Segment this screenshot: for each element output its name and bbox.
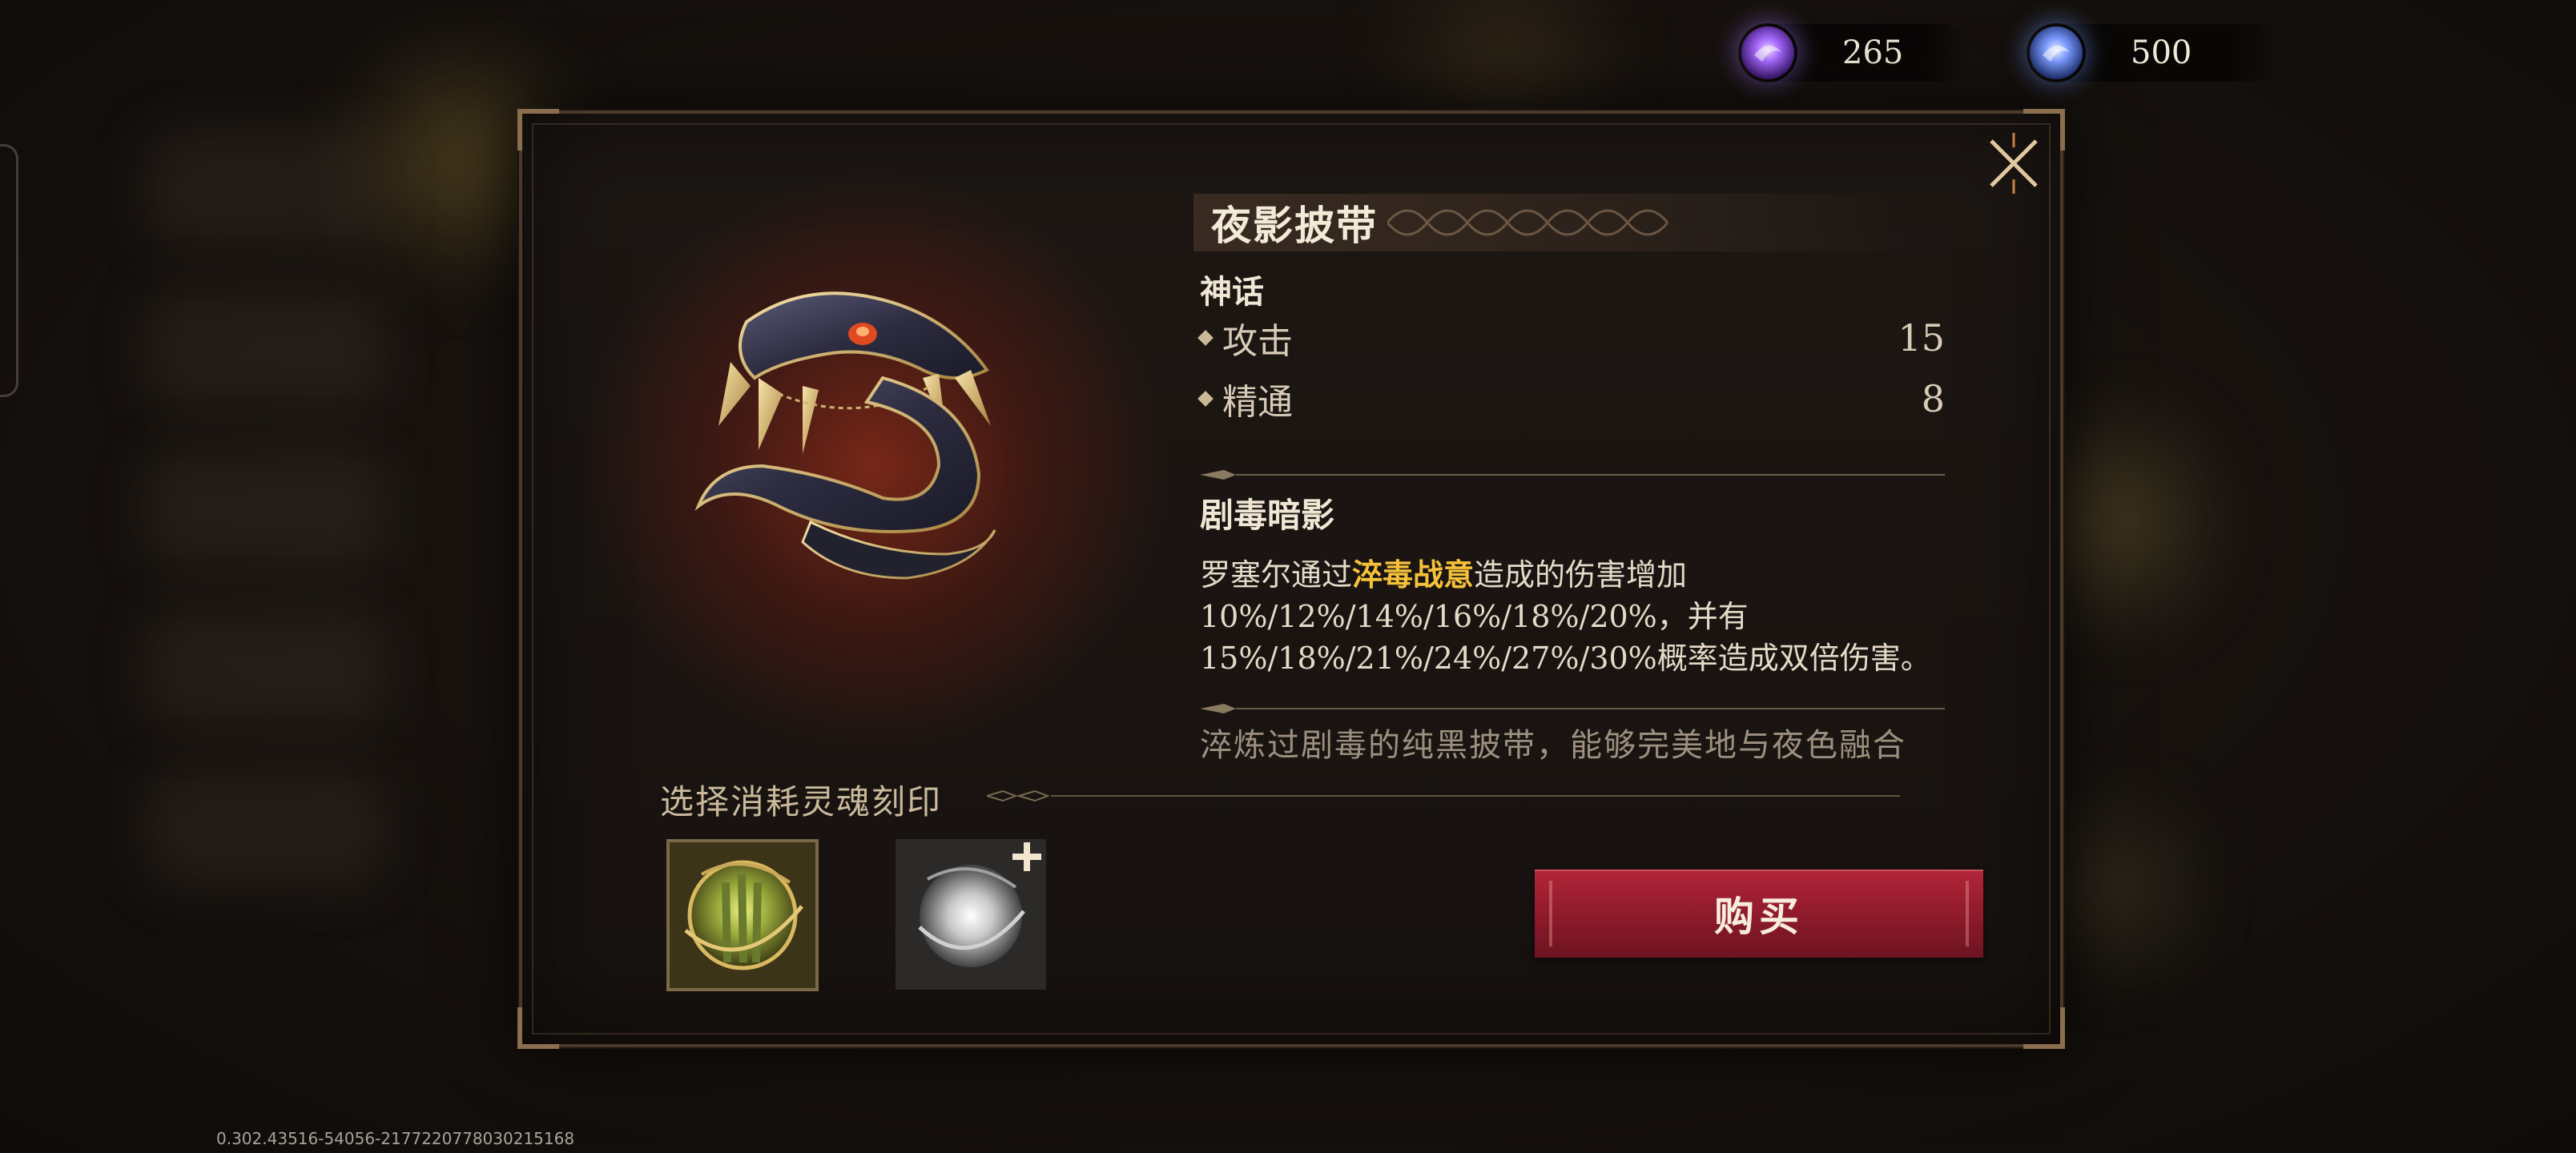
buy-button[interactable]: 购买 [1535, 870, 1983, 958]
bg-card [144, 128, 384, 248]
stat-label: 精通 [1222, 382, 1293, 423]
currency-purple: 265 [1738, 24, 1970, 82]
purple-soul-orb-icon [1741, 26, 1794, 79]
blue-soul-orb-icon [2030, 26, 2083, 79]
item-name: 夜影披带 [1211, 202, 1378, 249]
bg-card [144, 609, 384, 729]
divider [1200, 470, 1945, 480]
imprint-divider [987, 789, 1900, 802]
currency-blue-value: 500 [2131, 34, 2192, 71]
bg-glow [2051, 448, 2179, 593]
frame-corner [517, 1007, 559, 1049]
plus-icon [1012, 842, 1041, 871]
diamond-bullet-icon [1197, 391, 1214, 407]
side-tab-handle[interactable] [0, 144, 18, 397]
skill-description: 罗塞尔通过淬毒战意造成的伤害增加 10%/12%/14%/16%/18%/20%… [1200, 554, 1969, 679]
stat-value: 15 [1898, 316, 1945, 360]
green-soul-imprint-icon [670, 842, 815, 988]
skill-desc-line2: 10%/12%/14%/16%/18%/20%，并有 [1200, 599, 1749, 634]
bg-card [144, 448, 384, 568]
build-version-text: 0.302.43516-54056-2177220778030215168 [216, 1129, 575, 1148]
buy-button-label: 购买 [1714, 893, 1804, 940]
stat-label-wrap: 精通 [1197, 373, 1293, 424]
bg-card [144, 769, 384, 889]
item-detail-modal: 夜影披带 神话 攻击 15 精通 8 剧毒暗影 罗塞尔通过淬毒战意造成的伤害增加… [517, 109, 2065, 1049]
divider [1200, 704, 1945, 713]
night-shadow-scarf-image [694, 291, 996, 580]
skill-desc-suffix: 造成的伤害增加 [1474, 557, 1688, 593]
frame-corner [517, 109, 559, 151]
item-flavor-text: 淬炼过剧毒的纯黑披带，能够完美地与夜色融合 [1200, 727, 1906, 764]
stat-value: 8 [1921, 377, 1945, 420]
item-rarity: 神话 [1200, 273, 1264, 311]
bg-glow [1426, 0, 1586, 96]
imprint-section-title: 选择消耗灵魂刻印 [660, 782, 943, 822]
currency-purple-value: 265 [1842, 34, 1904, 71]
stat-label-wrap: 攻击 [1197, 312, 1293, 364]
stat-label: 攻击 [1222, 321, 1293, 362]
close-icon[interactable] [1982, 131, 2046, 195]
soul-imprint-slot-add[interactable] [896, 839, 1046, 990]
stat-row-attack: 攻击 15 [1197, 312, 1945, 364]
bg-glow [2067, 833, 2163, 945]
stat-row-mastery: 精通 8 [1197, 373, 1945, 424]
item-title-banner: 夜影披带 [1193, 194, 1914, 251]
skill-desc-prefix: 罗塞尔通过 [1200, 557, 1353, 593]
diamond-bullet-icon [1197, 330, 1214, 346]
soul-imprint-slot-selected[interactable] [666, 839, 819, 991]
currency-blue: 500 [2027, 24, 2283, 82]
bg-card [144, 288, 384, 408]
skill-highlight: 淬毒战意 [1352, 556, 1475, 593]
frame-corner [2023, 1007, 2065, 1049]
skill-desc-line3: 15%/18%/21%/24%/27%/30%概率造成双倍伤害。 [1200, 641, 1931, 676]
skill-title: 剧毒暗影 [1200, 496, 1335, 535]
title-ornament [1387, 209, 1669, 236]
